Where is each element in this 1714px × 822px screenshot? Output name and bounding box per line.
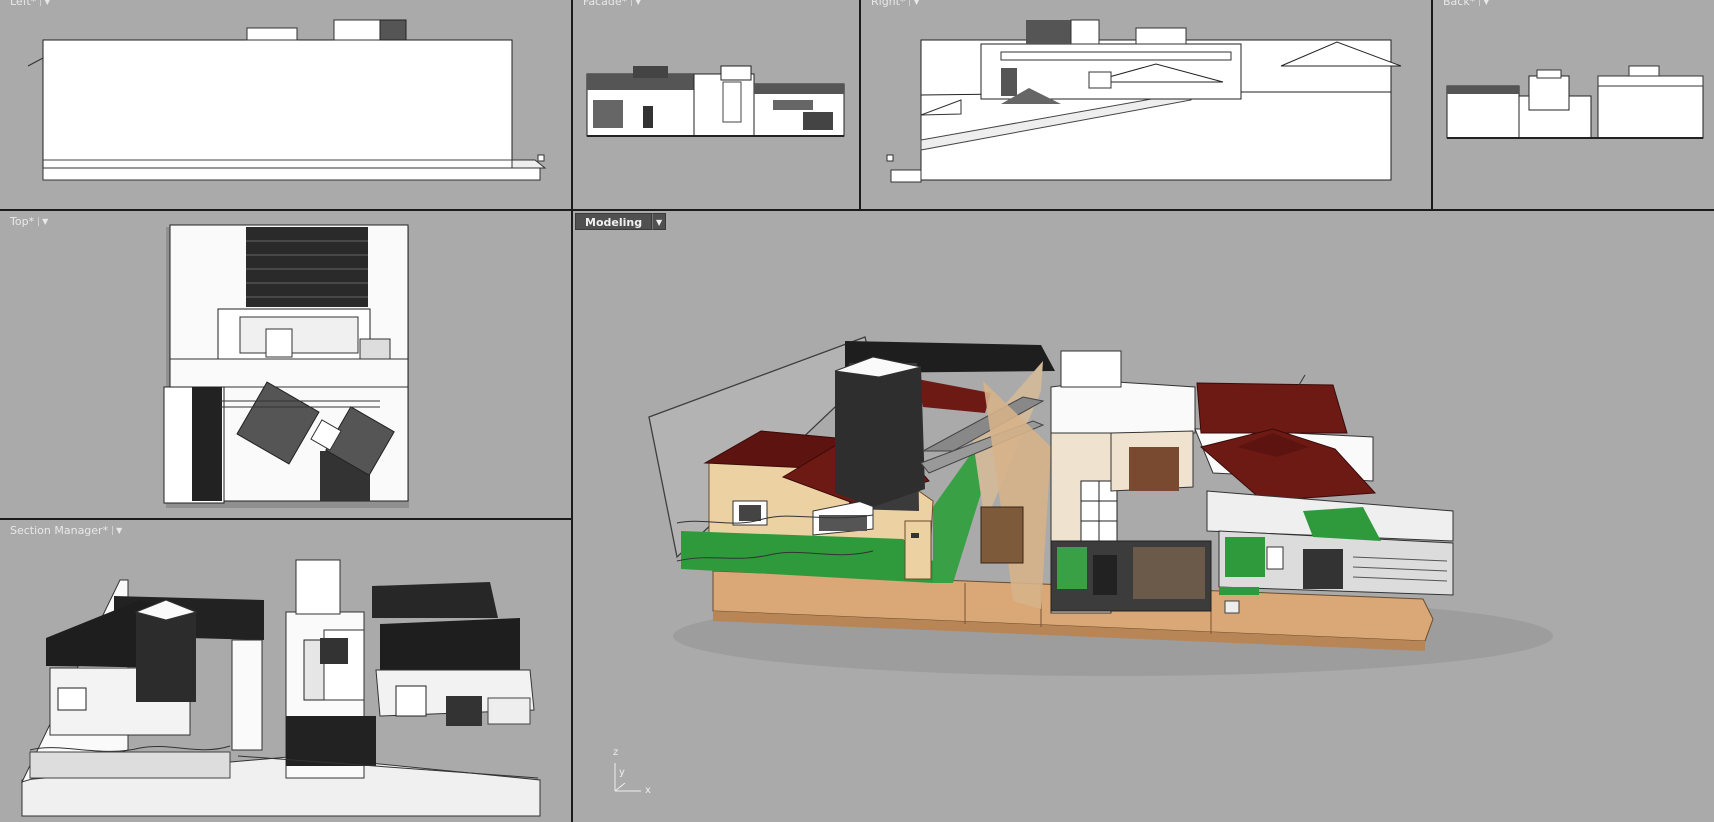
viewport-right[interactable]: Right* ▼ (861, 0, 1431, 209)
viewport-left-title[interactable]: Left* ▼ (10, 0, 50, 8)
viewport-facade[interactable]: Facade* ▼ (573, 0, 859, 209)
viewport-modeling-label[interactable]: Modeling (575, 213, 653, 230)
back-elevation-drawing (1446, 65, 1704, 139)
viewport-section-manager[interactable]: Section Manager* ▼ (0, 520, 571, 822)
viewport-back[interactable]: Back* ▼ (1433, 0, 1714, 209)
chevron-down-icon[interactable]: ▼ (40, 0, 50, 6)
chevron-down-icon[interactable]: ▼ (631, 0, 641, 6)
top-plan-drawing (163, 224, 409, 508)
viewport-back-title[interactable]: Back* ▼ (1443, 0, 1489, 8)
chevron-down-icon[interactable]: ▼ (652, 213, 667, 230)
viewport-modeling[interactable]: Modeling ▼ z y x (573, 211, 1714, 822)
axis-x-label: x (645, 785, 651, 796)
perspective-model-render (648, 336, 1553, 676)
viewport-section-title[interactable]: Section Manager* ▼ (10, 524, 122, 537)
section-perspective-drawing (21, 559, 541, 817)
viewport-facade-title[interactable]: Facade* ▼ (583, 0, 641, 8)
left-elevation-drawing (27, 19, 547, 181)
chevron-down-icon[interactable]: ▼ (38, 217, 48, 226)
right-elevation-drawing (886, 19, 1402, 183)
chevron-down-icon[interactable]: ▼ (909, 0, 920, 6)
viewport-top[interactable]: Top* ▼ (0, 211, 571, 518)
chevron-down-icon[interactable]: ▼ (1479, 0, 1489, 6)
facade-elevation-drawing (586, 65, 845, 137)
chevron-down-icon[interactable]: ▼ (112, 526, 122, 535)
viewport-left[interactable]: Left* ▼ (0, 0, 571, 209)
viewport-top-title[interactable]: Top* ▼ (10, 215, 48, 228)
axis-gizmo-icon: z y x (609, 747, 659, 800)
axis-y-label: y (619, 767, 625, 778)
axis-lines (614, 763, 641, 792)
viewport-right-title[interactable]: Right* ▼ (871, 0, 920, 8)
viewport-modeling-tab[interactable]: Modeling ▼ (575, 213, 667, 230)
axis-z-label: z (613, 747, 619, 758)
